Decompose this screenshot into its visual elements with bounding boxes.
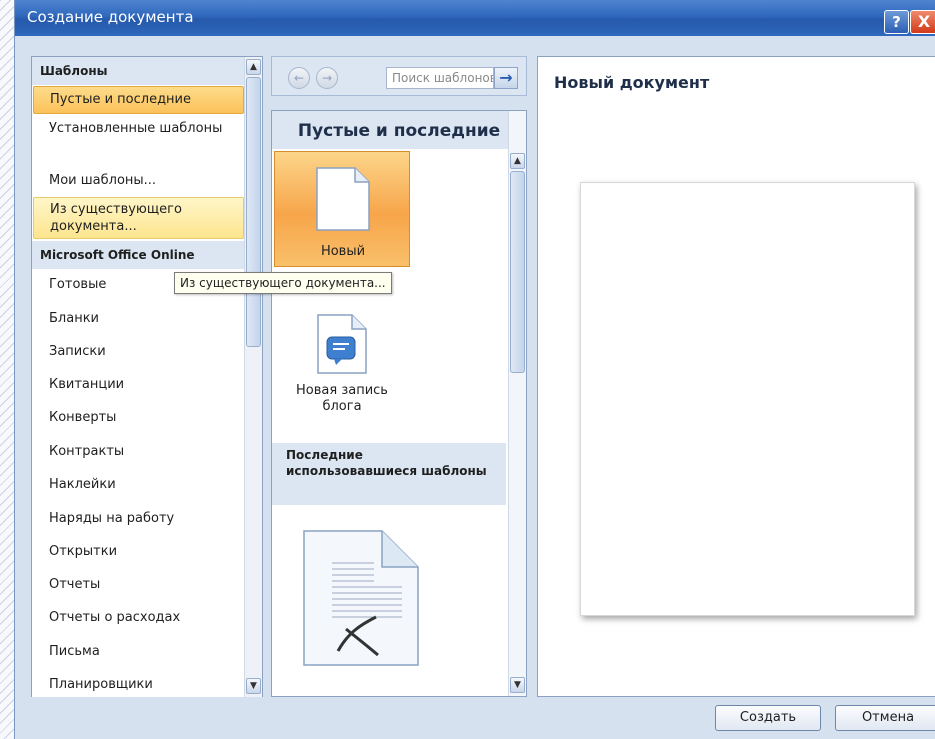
category-letters[interactable]: Письма: [33, 638, 244, 666]
category-contracts[interactable]: Контракты: [33, 438, 244, 466]
close-button[interactable]: X: [910, 10, 935, 34]
category-my-templates[interactable]: Мои шаблоны...: [33, 167, 244, 195]
forward-arrow-icon[interactable]: →: [316, 67, 338, 89]
templates-gallery: Пустые и последние Новый Новая запись бл…: [271, 110, 527, 697]
help-button[interactable]: ?: [884, 10, 909, 34]
category-installed-templates[interactable]: Установленные шаблоны: [33, 121, 244, 161]
blank-document-icon: [316, 167, 370, 231]
new-blank-document-tile[interactable]: Новый: [274, 151, 410, 267]
title-bar: Создание документа ? X: [15, 0, 935, 36]
office-online-header: Microsoft Office Online: [32, 241, 244, 269]
categories-pane: Шаблоны Пустые и последние Установленные…: [31, 56, 263, 699]
scroll-thumb[interactable]: [246, 77, 261, 347]
category-envelopes[interactable]: Конверты: [33, 404, 244, 432]
create-button[interactable]: Создать: [715, 705, 821, 731]
category-planners[interactable]: Планировщики: [33, 671, 244, 698]
new-blog-post-label: Новая запись блога: [296, 383, 388, 414]
category-work-orders[interactable]: Наряды на работу: [33, 505, 244, 533]
category-cards[interactable]: Открытки: [33, 538, 244, 566]
templates-header: Шаблоны: [32, 57, 244, 85]
document-preview: [580, 182, 915, 616]
scroll-down-icon[interactable]: ▼: [246, 678, 261, 694]
preview-title: Новый документ: [554, 73, 710, 92]
scroll-thumb[interactable]: [510, 171, 525, 373]
category-blank-recent[interactable]: Пустые и последние: [33, 86, 244, 114]
search-go-button[interactable]: →: [494, 67, 518, 89]
category-from-existing[interactable]: Из существующего документа...: [33, 197, 244, 239]
back-arrow-icon[interactable]: ←: [288, 67, 310, 89]
new-blog-post-tile[interactable]: Новая запись блога: [274, 307, 410, 433]
scroll-up-icon[interactable]: ▲: [246, 59, 261, 75]
cancel-button[interactable]: Отмена: [835, 705, 935, 731]
category-memos[interactable]: Записки: [33, 338, 244, 366]
recent-template-tile[interactable]: [302, 529, 422, 669]
new-document-label: Новый: [320, 244, 366, 259]
recent-templates-header: Последние использовавшиеся шаблоны: [272, 443, 506, 505]
preview-pane: Новый документ: [537, 56, 935, 697]
template-document-icon: [303, 530, 419, 666]
category-forms[interactable]: Бланки: [33, 305, 244, 333]
category-receipts[interactable]: Квитанции: [33, 371, 244, 399]
template-nav-bar: ← → Поиск шаблонов →: [271, 56, 527, 96]
categories-scrollbar[interactable]: ▲ ▼: [244, 57, 262, 698]
category-labels[interactable]: Наклейки: [33, 471, 244, 499]
tooltip: Из существующего документа...: [174, 272, 392, 294]
scroll-up-icon[interactable]: ▲: [510, 153, 525, 169]
gallery-scrollbar[interactable]: ▲ ▼: [508, 111, 526, 696]
category-expense-reports[interactable]: Отчеты о расходах: [33, 604, 244, 632]
category-reports[interactable]: Отчеты: [33, 571, 244, 599]
blog-post-icon: [317, 314, 367, 374]
gallery-title: Пустые и последние: [272, 111, 526, 149]
window-title: Создание документа: [27, 8, 194, 26]
new-document-dialog: Создание документа ? X Шаблоны Пустые и …: [14, 0, 935, 739]
template-search-input[interactable]: Поиск шаблонов: [386, 67, 494, 89]
scroll-down-icon[interactable]: ▼: [510, 677, 525, 693]
dialog-buttons: Создать Отмена: [15, 697, 935, 739]
